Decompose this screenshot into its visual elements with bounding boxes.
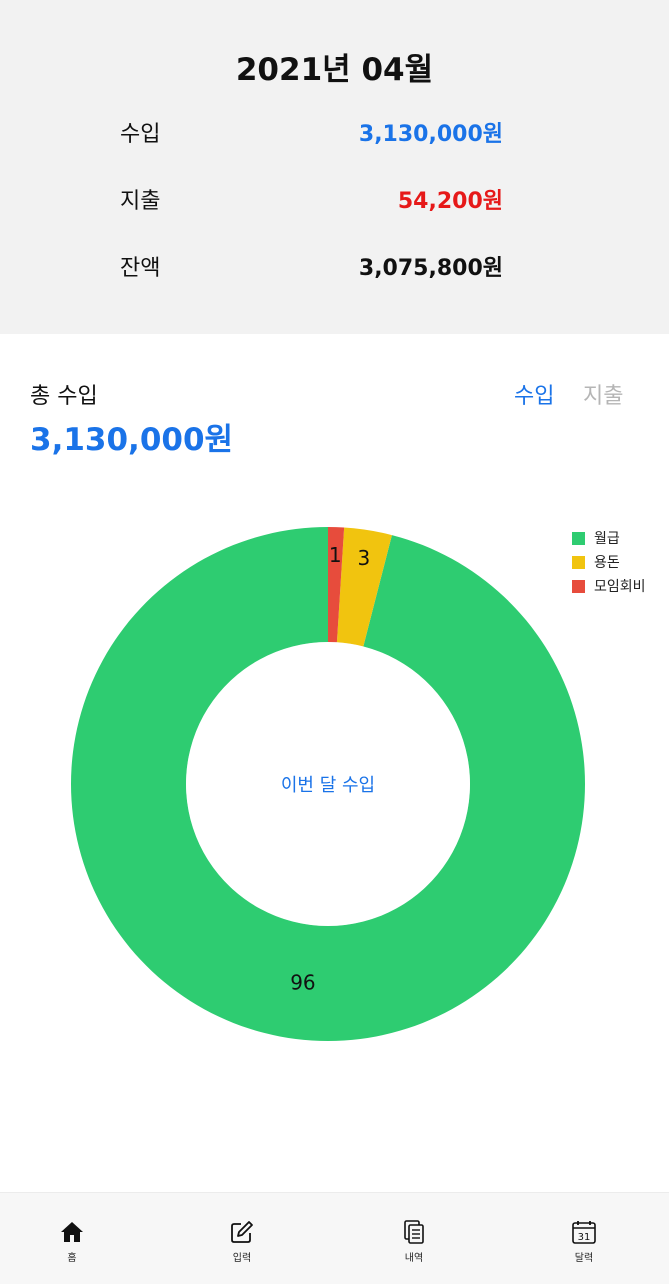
nav-history[interactable]: 내역 (354, 1193, 474, 1284)
balance-row: 잔액 3,075,800원 (120, 250, 503, 290)
legend-label: 월급 (594, 531, 620, 547)
nav-calendar-label: 달력 (574, 1253, 594, 1264)
document-list-icon (404, 1220, 424, 1244)
income-label: 수입 (120, 122, 161, 147)
nav-input[interactable]: 입력 (182, 1193, 302, 1284)
legend-label: 용돈 (594, 555, 620, 571)
legend-label: 모임회비 (594, 579, 646, 595)
calendar-day-number: 31 (578, 1232, 591, 1243)
nav-home-label: 홈 (67, 1253, 77, 1264)
month-title[interactable]: 2021년 04월 (0, 44, 669, 89)
nav-input-label: 입력 (232, 1253, 252, 1264)
income-row: 수입 3,130,000원 (120, 116, 503, 156)
legend-swatch (572, 532, 585, 545)
expense-row: 지출 54,200원 (120, 183, 503, 223)
income-donut-chart[interactable]: 96 31 이번 달 수입 (0, 460, 669, 1080)
legend-swatch (572, 556, 585, 569)
legend-swatch (572, 580, 585, 593)
slice-label-3: 1 (329, 543, 342, 567)
calendar-icon: 31 (572, 1221, 596, 1244)
month-summary: 2021년 04월 수입 3,130,000원 지출 54,200원 잔액 3,… (0, 0, 669, 334)
slice-label-1: 96 (290, 970, 315, 994)
nav-calendar[interactable]: 31 달력 (524, 1193, 644, 1284)
balance-label: 잔액 (120, 256, 161, 281)
total-income-value: 3,130,000원 (30, 422, 234, 458)
edit-icon (231, 1221, 253, 1243)
expense-toggle[interactable]: 지출 (583, 378, 623, 410)
total-income-label: 총 수입 (30, 384, 98, 409)
home-icon (61, 1222, 83, 1242)
slice-label-2: 3 (357, 546, 370, 570)
nav-history-label: 내역 (404, 1253, 424, 1264)
nav-home[interactable]: 홈 (12, 1193, 132, 1284)
expense-label: 지출 (120, 189, 161, 214)
expense-value: 54,200원 (397, 189, 503, 214)
income-toggle[interactable]: 수입 (514, 378, 554, 410)
bottom-navigation: 홈 입력 내역 31 달력 (0, 1192, 669, 1284)
donut-center-label: 이번 달 수입 (281, 775, 375, 796)
balance-value: 3,075,800원 (358, 256, 503, 281)
income-value: 3,130,000원 (358, 122, 503, 147)
